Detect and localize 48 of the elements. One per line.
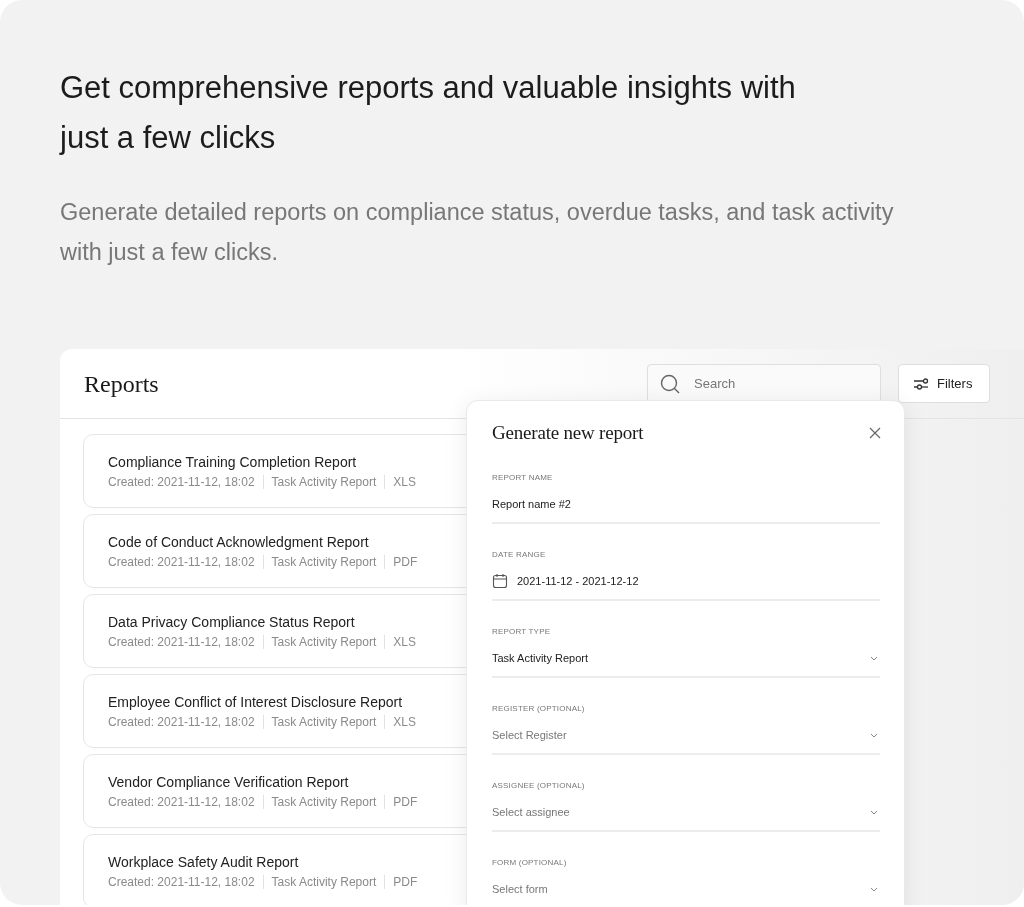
- field-label: REPORT NAME: [492, 472, 553, 484]
- field-label: REPORT TYPE: [492, 626, 551, 638]
- report-type: Task Activity Report: [271, 874, 377, 890]
- headline: Get comprehensive reports and valuable insights with just a few clicks: [60, 69, 797, 157]
- file-format: XLS: [393, 634, 416, 650]
- report-title: Data Privacy Compliance Status Report: [108, 613, 355, 632]
- field-label: ASSIGNEE (OPTIONAL): [492, 780, 585, 792]
- file-format: PDF: [393, 794, 418, 810]
- chevron-down-icon: [870, 655, 878, 661]
- report-title: Vendor Compliance Verification Report: [108, 773, 349, 792]
- close-icon: [869, 427, 881, 439]
- field-label: REGISTER (OPTIONAL): [492, 703, 585, 715]
- created-date: Created: 2021-11-12, 18:02: [108, 554, 255, 570]
- chevron-down-icon: [870, 732, 878, 738]
- file-format: XLS: [393, 714, 416, 730]
- subheadline: Generate detailed reports on compliance status, overdue tasks, and task activity with just a few clicks.: [60, 198, 895, 267]
- text-field[interactable]: Report name #2: [492, 490, 880, 524]
- field-label: FORM (OPTIONAL): [492, 857, 567, 869]
- date-field[interactable]: 2021-11-12 - 2021-12-12: [492, 567, 880, 601]
- chevron-down-icon: [870, 886, 878, 892]
- created-date: Created: 2021-11-12, 18:02: [108, 874, 255, 890]
- report-type: Task Activity Report: [271, 714, 377, 730]
- dropdown-field[interactable]: Task Activity Report: [492, 644, 880, 678]
- created-date: Created: 2021-11-12, 18:02: [108, 474, 255, 490]
- calendar-icon: [492, 573, 508, 589]
- filters-button[interactable]: Filters: [898, 364, 990, 403]
- created-date: Created: 2021-11-12, 18:02: [108, 714, 255, 730]
- close-button[interactable]: [869, 427, 881, 439]
- report-type: Task Activity Report: [271, 794, 377, 810]
- created-date: Created: 2021-11-12, 18:02: [108, 794, 255, 810]
- file-format: PDF: [393, 874, 418, 890]
- report-title: Employee Conflict of Interest Disclosure Report: [108, 693, 403, 712]
- created-date: Created: 2021-11-12, 18:02: [108, 634, 255, 650]
- report-type: Task Activity Report: [271, 554, 377, 570]
- dropdown-field[interactable]: Select Register: [492, 721, 880, 755]
- field-label: DATE RANGE: [492, 549, 546, 561]
- file-format: PDF: [393, 554, 418, 570]
- sliders-icon: [913, 377, 929, 390]
- file-format: XLS: [393, 474, 416, 490]
- report-type: Task Activity Report: [271, 474, 377, 490]
- report-title: Workplace Safety Audit Report: [108, 853, 299, 872]
- chevron-down-icon: [870, 809, 878, 815]
- report-title: Compliance Training Completion Report: [108, 453, 357, 472]
- search-icon: [660, 374, 680, 394]
- page-title: Reports: [84, 369, 160, 399]
- dropdown-field[interactable]: Select assignee: [492, 798, 880, 832]
- report-title: Code of Conduct Acknowledgment Report: [108, 533, 369, 552]
- report-type: Task Activity Report: [271, 634, 377, 650]
